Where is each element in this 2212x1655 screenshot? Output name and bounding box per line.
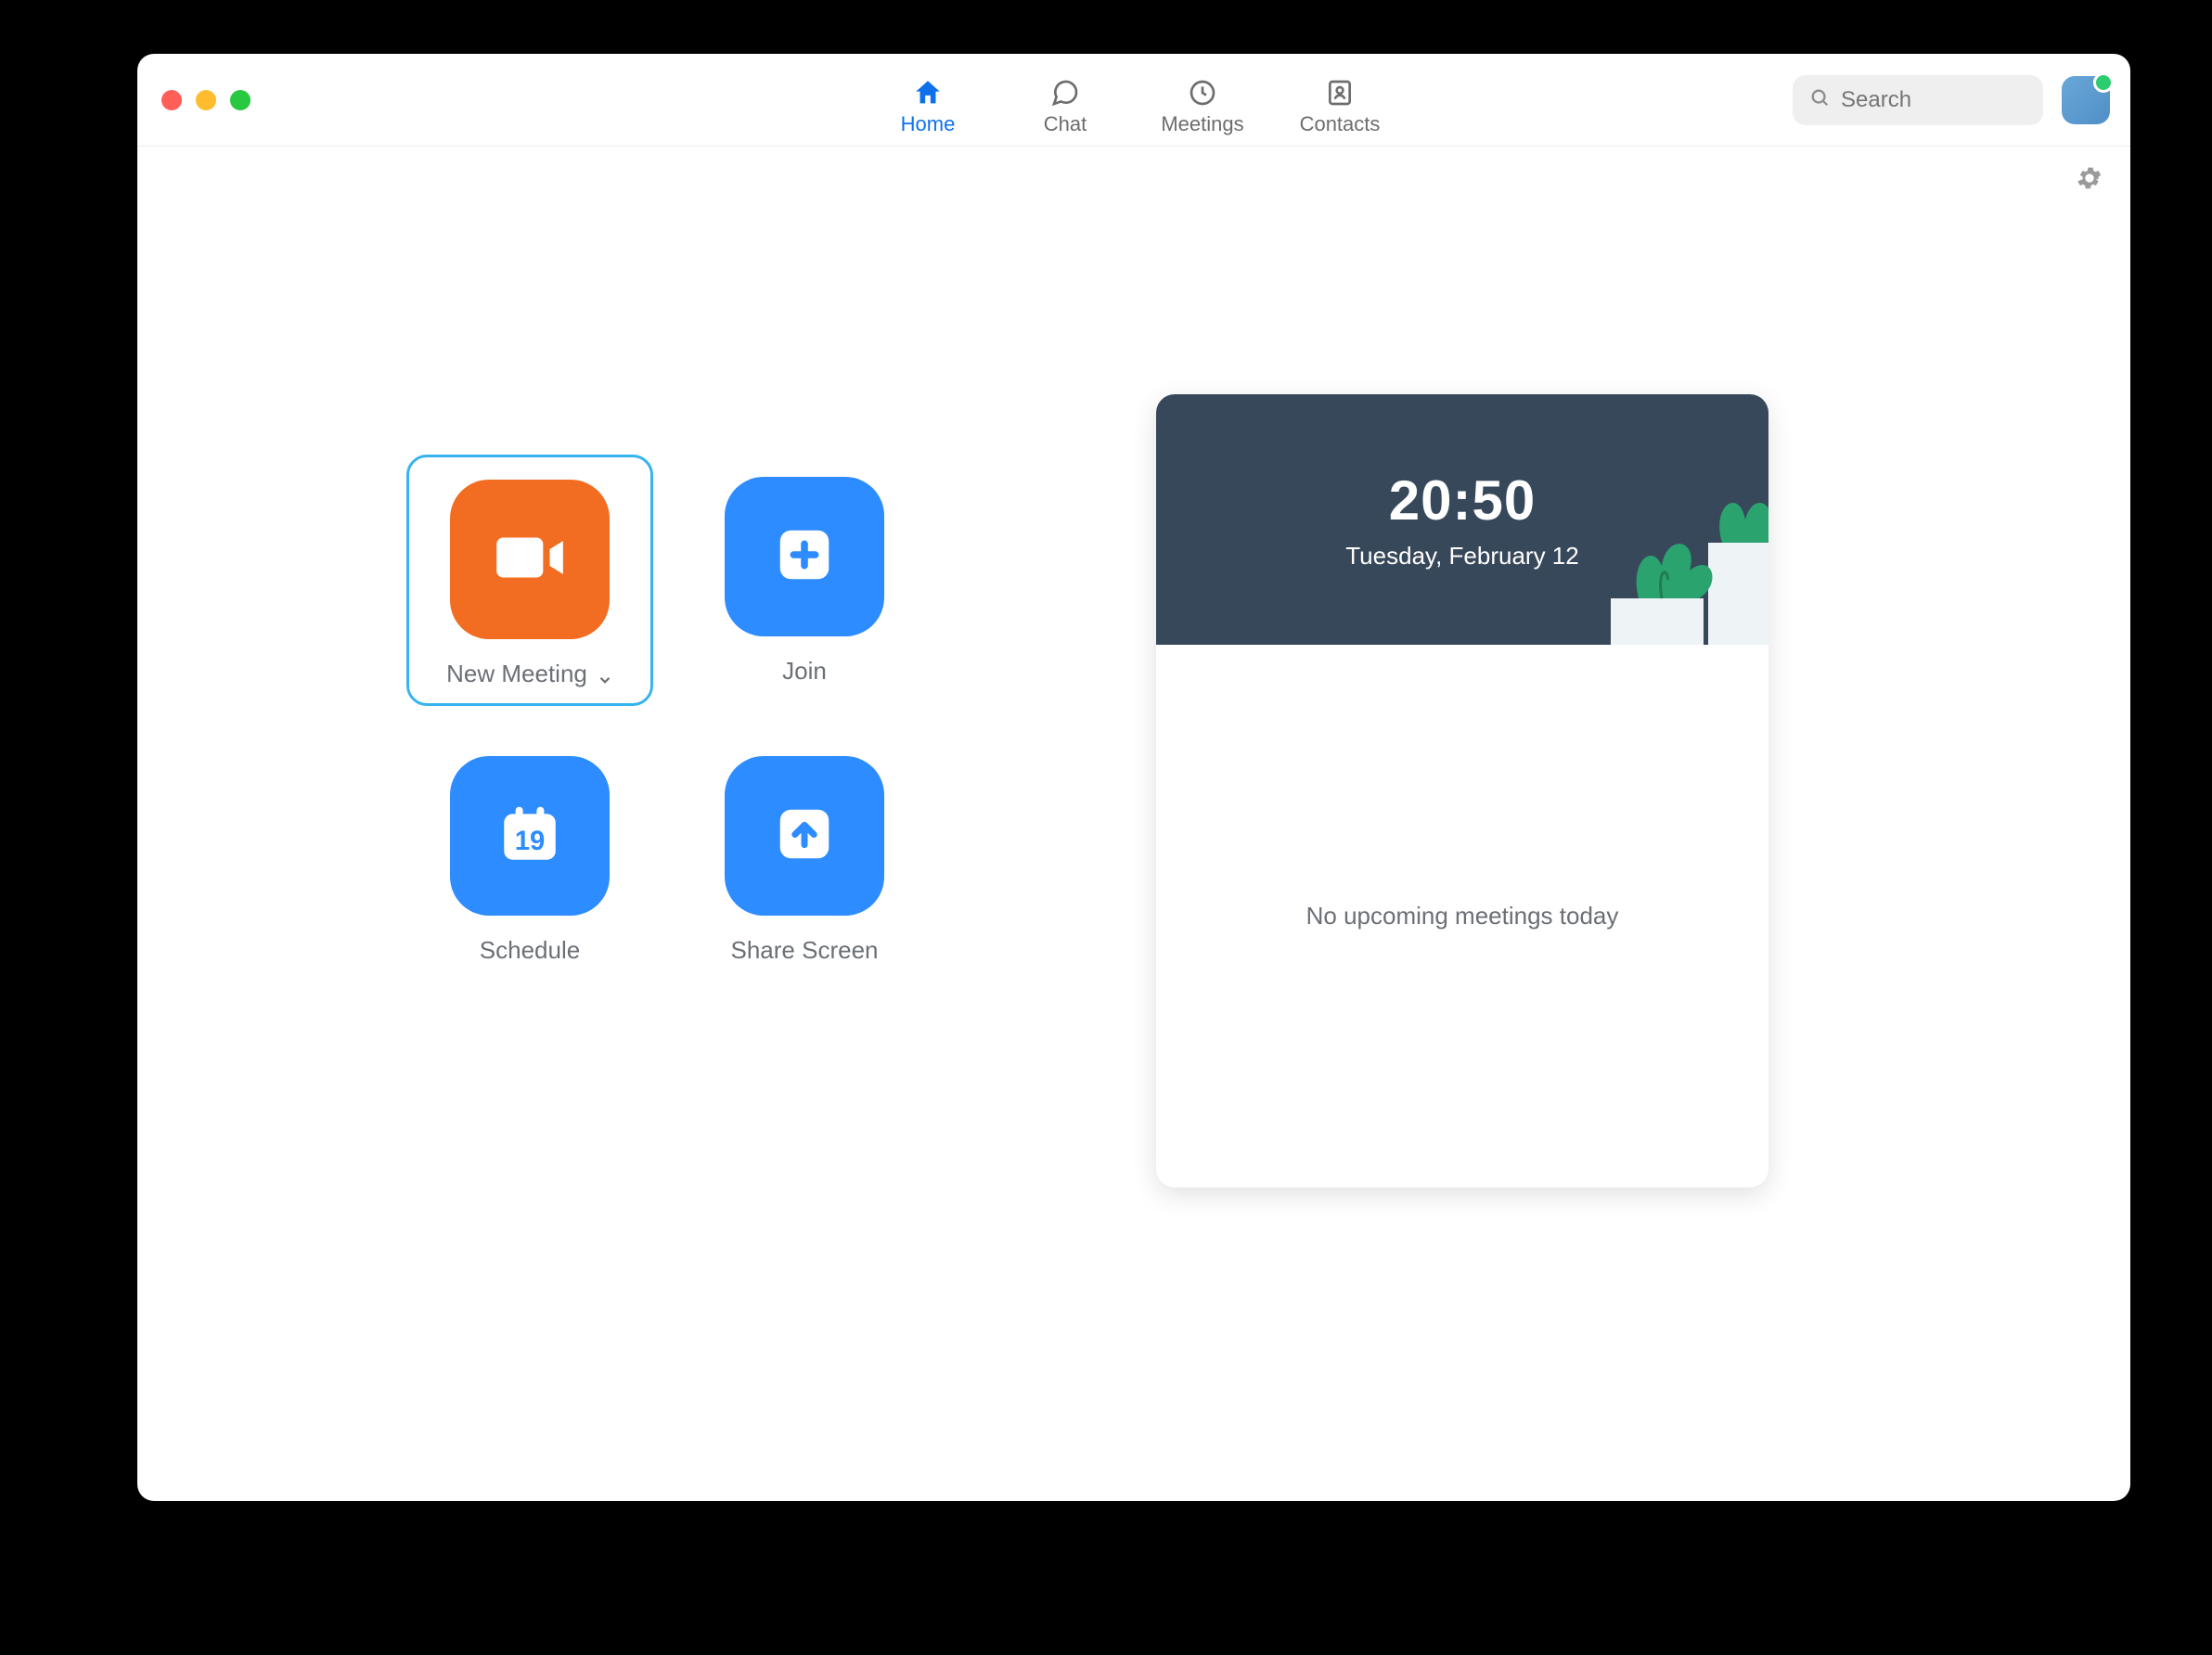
action-label: Share Screen (731, 936, 879, 965)
chevron-down-icon (597, 666, 613, 683)
settings-button[interactable] (2075, 163, 2104, 193)
titlebar-right (1793, 54, 2110, 146)
new-meeting-label-row[interactable]: New Meeting (446, 660, 613, 688)
search-input[interactable] (1841, 87, 2026, 113)
tab-label: Home (901, 112, 956, 136)
clock-banner: 20:50 Tuesday, February 12 (1156, 394, 1768, 645)
new-meeting-action: New Meeting (406, 455, 653, 706)
titlebar: Home Chat Meetings Contacts (137, 54, 2130, 147)
join-action: Join (690, 477, 919, 691)
calendar-icon: 19 (495, 800, 564, 873)
content-area: New Meeting Join (137, 147, 2130, 1501)
action-label: New Meeting (446, 660, 587, 688)
home-actions: New Meeting Join (416, 477, 919, 965)
share-icon (772, 802, 837, 871)
tab-home[interactable]: Home (886, 77, 970, 136)
plus-icon (772, 522, 837, 592)
plant-illustration (1611, 478, 1768, 645)
search-icon (1809, 87, 1830, 112)
schedule-panel: 20:50 Tuesday, February 12 No upcoming m… (1156, 394, 1768, 1187)
share-screen-label-row: Share Screen (731, 936, 879, 965)
share-screen-action: Share Screen (690, 756, 919, 965)
clock-time: 20:50 (1389, 468, 1536, 532)
main-tabs: Home Chat Meetings Contacts (886, 54, 1382, 146)
close-window-button[interactable] (161, 90, 182, 110)
contacts-icon (1324, 77, 1356, 109)
new-meeting-button[interactable] (450, 480, 610, 639)
fullscreen-window-button[interactable] (230, 90, 251, 110)
clock-date: Tuesday, February 12 (1345, 542, 1578, 571)
empty-schedule-message: No upcoming meetings today (1306, 902, 1619, 930)
home-icon (912, 77, 944, 109)
profile-avatar[interactable] (2062, 76, 2110, 124)
schedule-body: No upcoming meetings today (1156, 645, 1768, 1187)
tab-meetings[interactable]: Meetings (1161, 77, 1244, 136)
window-controls (161, 54, 251, 146)
tab-chat[interactable]: Chat (1023, 77, 1107, 136)
join-button[interactable] (725, 477, 884, 636)
action-label: Schedule (480, 936, 580, 965)
tab-label: Meetings (1161, 112, 1243, 136)
action-label: Join (782, 657, 827, 686)
schedule-button[interactable]: 19 (450, 756, 610, 916)
share-screen-button[interactable] (725, 756, 884, 916)
join-label-row: Join (782, 657, 827, 686)
tab-label: Contacts (1300, 112, 1381, 136)
schedule-label-row: Schedule (480, 936, 580, 965)
minimize-window-button[interactable] (196, 90, 216, 110)
schedule-action: 19 Schedule (416, 756, 644, 965)
tab-label: Chat (1044, 112, 1087, 136)
search-box[interactable] (1793, 75, 2043, 125)
chat-icon (1049, 77, 1081, 109)
svg-text:19: 19 (515, 825, 546, 855)
video-icon (490, 518, 570, 602)
tab-contacts[interactable]: Contacts (1298, 77, 1382, 136)
app-window: Home Chat Meetings Contacts (137, 54, 2130, 1501)
clock-icon (1187, 77, 1218, 109)
